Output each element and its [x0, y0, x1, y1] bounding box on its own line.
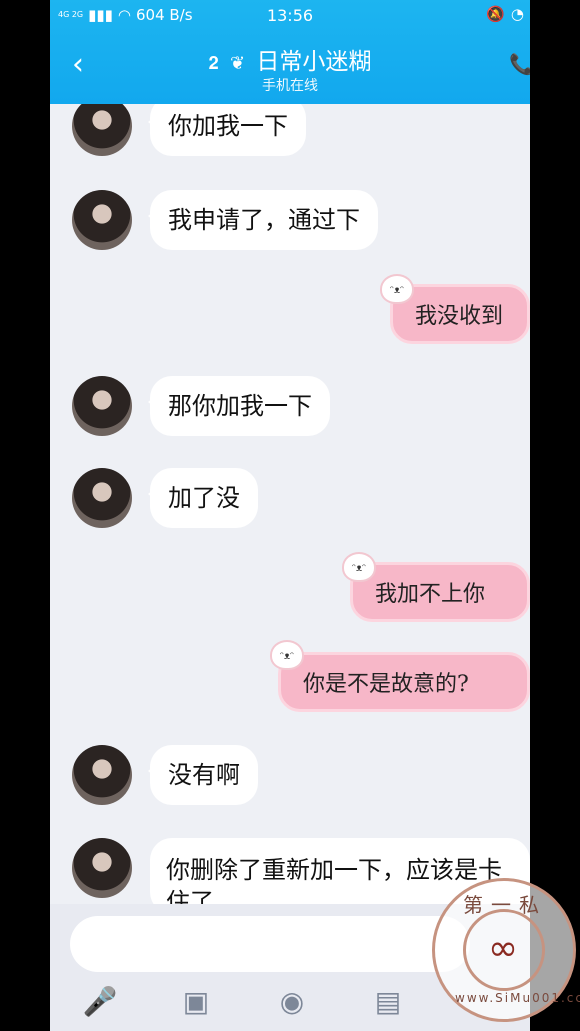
ear-icon: 𝟐 — [208, 53, 219, 74]
avatar[interactable] — [72, 190, 132, 250]
avatar[interactable] — [72, 745, 132, 805]
phone-icon[interactable]: 📞 — [509, 52, 530, 76]
image-icon[interactable]: ▣ — [178, 984, 214, 1020]
bunny-sticker-icon: ᵔᴥᵔ — [380, 274, 414, 304]
incoming-message[interactable]: 你加我一下 — [148, 104, 306, 156]
message-list: 你加我一下 我申请了，通过下 我没收到 ᵔᴥᵔ 那你加我一下 加了没 我加不上你… — [50, 104, 530, 904]
microphone-icon[interactable]: 🎤 — [82, 984, 118, 1020]
chat-title: 𝟐 ❦ 日常小迷糊 — [50, 42, 530, 76]
status-time: 13:56 — [266, 6, 314, 25]
watermark-logo-icon: ∞ — [488, 928, 518, 969]
bunny-sticker-icon: ᵔᴥᵔ — [270, 640, 304, 670]
incoming-message[interactable]: 那你加我一下 — [148, 376, 330, 436]
incoming-message[interactable]: 加了没 — [148, 468, 258, 528]
avatar[interactable] — [72, 468, 132, 528]
outgoing-message[interactable]: 我加不上你 — [350, 562, 530, 622]
watermark-bottom-text: www.SiMu001.cc — [455, 991, 580, 1005]
status-bar: 4G 2G ▮▮▮ ◠ 604 B/s 13:56 🔕 ◔ — [50, 0, 530, 30]
battery-icon: ◔ — [510, 5, 524, 23]
chat-header: 4G 2G ▮▮▮ ◠ 604 B/s 13:56 🔕 ◔ ‹ 𝟐 ❦ 日常小迷… — [50, 0, 530, 104]
avatar[interactable] — [72, 104, 132, 156]
phone-screen: 4G 2G ▮▮▮ ◠ 604 B/s 13:56 🔕 ◔ ‹ 𝟐 ❦ 日常小迷… — [50, 0, 530, 1031]
incoming-message[interactable]: 我申请了，通过下 — [148, 190, 378, 250]
avatar[interactable] — [72, 376, 132, 436]
incoming-message[interactable]: 没有啊 — [148, 745, 258, 805]
online-status: 手机在线 — [262, 78, 318, 94]
watermark-seal: 第一私 ∞ www.SiMu001.cc — [432, 878, 580, 1022]
message-input[interactable] — [70, 916, 470, 972]
sprout-icon: ❦ — [229, 53, 246, 74]
bunny-sticker-icon: ᵔᴥᵔ — [342, 552, 376, 582]
outgoing-message[interactable]: 你是不是故意的? — [278, 652, 530, 712]
red-packet-icon[interactable]: ▤ — [370, 984, 406, 1020]
chat-title-label: 日常小迷糊 — [256, 49, 372, 75]
avatar[interactable] — [72, 838, 132, 898]
bell-icon: 🔕 — [486, 5, 505, 23]
camera-icon[interactable]: ◉ — [274, 984, 310, 1020]
